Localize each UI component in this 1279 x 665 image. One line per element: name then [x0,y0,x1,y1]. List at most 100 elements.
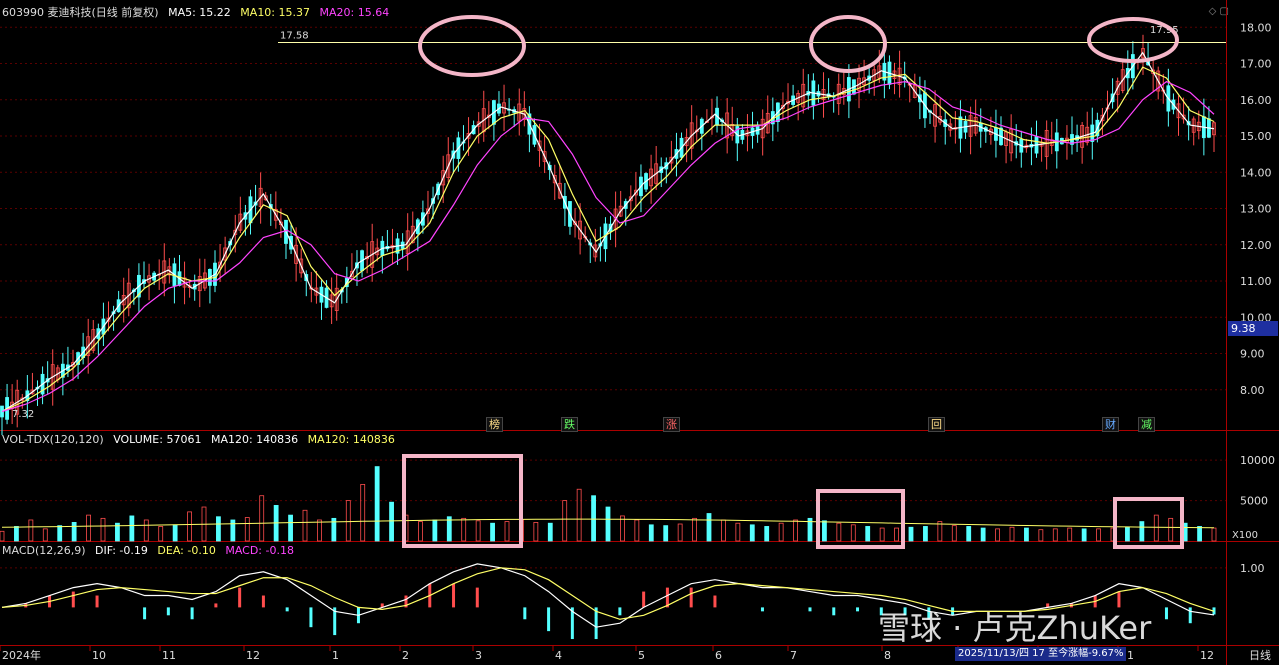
volume-bar [648,524,654,542]
volume-bar [418,521,423,542]
volume-bar [1081,528,1087,542]
volume-bar [605,506,611,542]
volume-bar [764,526,770,542]
volume-bar [360,483,366,542]
ma-line-ma20 [1,80,1215,413]
price-tick-label: 18.00 [1240,21,1272,34]
volume-bar [721,519,726,542]
status-bar: 2025/11/13/四 17 至今涨幅-9.67% [955,647,1127,661]
highlight-box-2 [816,489,905,549]
y-axis-labels: 8.009.0010.0011.0012.0013.0014.0015.0016… [1240,21,1275,575]
x-tick-label: 4 [555,649,562,662]
volume-bar [57,525,63,542]
volume-bar [879,527,885,542]
volume-bar [591,495,596,542]
ma-line-ma10 [1,66,1215,413]
price-tick-label: 11.00 [1240,275,1272,288]
x-tick-label: 3 [475,649,482,662]
volume-bar [778,522,784,542]
ma-line-ma5 [1,51,1215,413]
x-tick-label: 5 [638,649,645,662]
x-tick-label: 2 [402,649,409,662]
price-tick-label: 14.00 [1240,166,1272,179]
volume-bar [14,526,19,542]
volume-bar [100,517,106,542]
volume-bar [1009,526,1015,542]
volume-bar [158,526,164,542]
volume-bar [216,516,221,542]
volume-bar [302,509,308,542]
volume-bar [923,526,928,542]
volume-bar [86,514,91,542]
volume-bar [187,511,192,542]
volume-bar [1197,526,1202,542]
event-tag-bang[interactable]: 榜 [486,417,503,432]
volume-bar [634,519,640,542]
period-label[interactable]: 日线 [1249,647,1271,663]
volume-bar [143,519,149,542]
volume-bar [1052,528,1058,542]
x-tick-label: 11 [162,649,176,662]
event-tag-cai[interactable]: 财 [1102,417,1119,432]
x-tick-label: 2024年 [2,648,41,662]
volume-bar [28,519,34,542]
volume-bar [259,495,265,542]
resistance-level-label: 17.58 [280,30,309,41]
price-gridlines [0,26,1226,391]
volume-bar [980,527,986,542]
event-tag-die[interactable]: 跌 [561,417,578,432]
volume-bar [1096,528,1101,542]
volume-bar [576,488,582,542]
volume-bar [908,526,914,542]
volume-bar [1139,521,1145,542]
volume-bar [793,519,798,542]
volume-bar [966,526,972,542]
volume-bar [230,519,236,542]
volume-bar [1067,527,1073,542]
event-tag-jian[interactable]: 减 [1138,417,1155,432]
volume-bar [692,517,697,542]
volume-bar [836,522,842,542]
event-tag-hui[interactable]: 回 [928,417,945,432]
highlight-ellipse-1 [418,15,526,77]
x-tick-label: 6 [715,649,722,662]
price-tick-label: 9.00 [1240,348,1265,361]
x-tick-label: 7 [790,649,797,662]
volume-tick-label: 10000 [1240,454,1275,467]
price-tick-label: 17.00 [1240,58,1272,71]
volume-bar [461,517,467,542]
volume-bar [389,501,394,542]
volume-bar [1024,527,1029,542]
volume-bar [547,522,553,542]
x-tick-label: 8 [884,649,891,662]
low-price-label: 7.32 [12,409,34,420]
price-tick-label: 12.00 [1240,239,1272,252]
volume-bar [129,515,135,542]
price-tick-label: 16.00 [1240,94,1272,107]
volume-bar [244,517,250,542]
volume-bar [706,513,712,542]
volume-bar [504,521,510,542]
volume-bar [1211,527,1217,542]
volume-bar [995,528,1000,542]
volume-bar [865,526,871,542]
volume-bar [288,514,293,542]
volume-bar [1153,514,1159,542]
volume-bar [822,520,827,542]
volume-unit-label: X100 [1232,530,1258,541]
volume-gridlines [0,459,1226,502]
price-tick-label: 8.00 [1240,384,1265,397]
volume-bar [172,524,178,542]
volume-bar [432,519,438,542]
volume-bar [663,525,669,542]
stock-chart[interactable]: 8.009.0010.0011.0012.0013.0014.0015.0016… [0,0,1279,665]
price-tick-label: 13.00 [1240,203,1272,216]
volume-bar [345,500,351,542]
event-tag-zhang[interactable]: 涨 [663,417,680,432]
volume-bar [1038,529,1044,542]
volume-tick-label: 5000 [1240,495,1268,508]
x-tick-label: 1 [332,649,339,662]
x-tick-label: 12 [1200,649,1214,662]
volume-bar [317,519,322,542]
volume-bar [735,522,741,542]
